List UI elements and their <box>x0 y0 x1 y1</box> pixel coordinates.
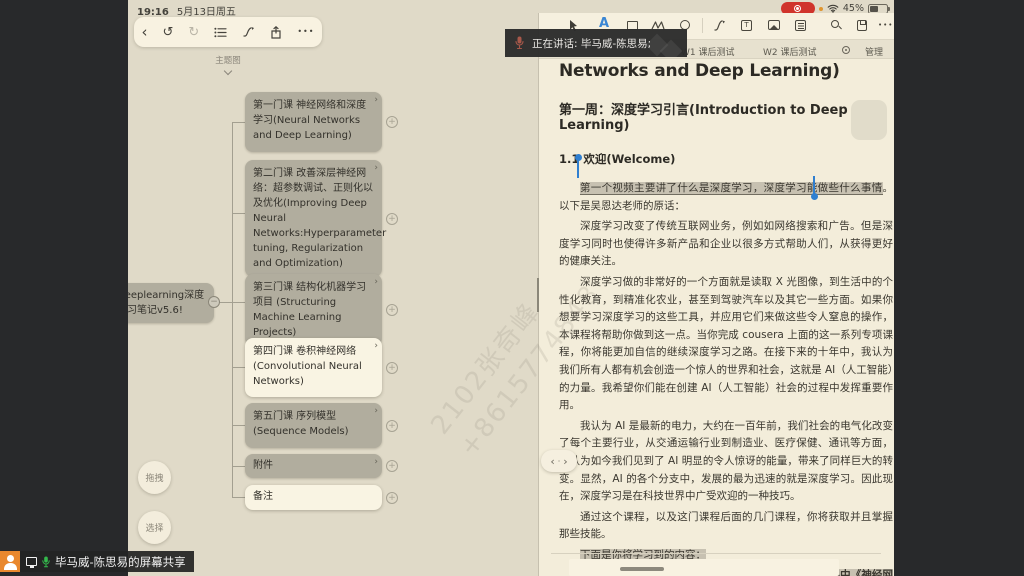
speaking-label: 正在讲话: 毕马威-陈思易; <box>532 36 651 51</box>
selection-handle-start[interactable] <box>577 160 579 178</box>
connector <box>232 213 246 214</box>
back-icon[interactable]: ‹ <box>142 25 148 40</box>
connector <box>232 122 246 123</box>
home-indicator <box>620 567 664 571</box>
wifi-icon <box>827 4 839 13</box>
document-content: Networks and Deep Learning) 第一周：深度学习引言(I… <box>559 57 893 576</box>
record-icon <box>794 5 801 12</box>
week-heading: 第一周：深度学习引言(Introduction to Deep Learning… <box>559 99 893 133</box>
doc-paragraph: 深度学习做的非常好的一个方面就是读取 X 光图像，到生活中的个性化教育，到精准化… <box>559 274 893 415</box>
canvas-toolbar: ‹ ↺ ↻ ••• <box>134 17 322 47</box>
speaking-notification-banner: 正在讲话: 毕马威-陈思易; <box>505 29 687 57</box>
select-mode-button[interactable]: 选择 <box>138 511 171 544</box>
undo-icon[interactable]: ↺ <box>163 26 174 39</box>
page-nav-widget[interactable]: ‹ · › <box>541 450 577 472</box>
status-bar-left: 19:165月13日周五 <box>137 3 236 18</box>
pager-dot: · <box>558 457 561 466</box>
ipad-screen: 19:165月13日周五 45% ‹ ↺ ↻ ••• 主题图 <box>128 0 894 576</box>
next-page-icon[interactable]: › <box>563 455 567 468</box>
connector <box>232 497 246 498</box>
add-child-icon[interactable]: + <box>386 460 398 472</box>
screen-share-bar: 毕马威-陈思易的屏幕共享 <box>0 551 194 572</box>
outline-list-icon[interactable] <box>214 27 227 38</box>
page-divider <box>551 553 881 554</box>
mindmap-node-attachments[interactable]: 附件 › + <box>245 454 382 478</box>
mindmap-node-course4-selected[interactable]: 第四门课 卷积神经网络 (Convolutional Neural Networ… <box>245 338 382 397</box>
expand-chevron-icon[interactable]: › <box>374 339 378 354</box>
mindmap-trunk-line <box>232 122 233 498</box>
battery-icon <box>868 4 888 14</box>
expand-chevron-icon[interactable]: › <box>374 455 378 470</box>
speaker-mic-icon <box>515 36 524 50</box>
mindmap-node-course1[interactable]: 第一门课 神经网络和深度学习(Neural Networks and Deep … <box>245 92 382 152</box>
doc-paragraph: 通过这个课程，以及这门课程后面的几门课程，你将获取并且掌握那些技能。 <box>559 509 893 544</box>
share-icon[interactable] <box>270 26 282 39</box>
expand-chevron-icon[interactable]: › <box>374 93 378 108</box>
search-icon[interactable] <box>831 20 839 28</box>
expand-chevron-icon[interactable]: › <box>374 404 378 419</box>
mindmap-node-course5[interactable]: 第五门课 序列模型(Sequence Models) › + <box>245 403 382 448</box>
toolbar-divider <box>702 18 703 33</box>
mindmap-node-course3[interactable]: 第三门课 结构化机器学习项目 (Structuring Machine Lear… <box>245 274 382 346</box>
connector <box>232 302 246 303</box>
section-heading: 1.1 欢迎(Welcome) <box>559 151 893 167</box>
expand-chevron-icon[interactable]: › <box>374 275 378 290</box>
selected-highlight-text[interactable]: 第一个视频主要讲了什么是深度学习，深度学习能做些什么事情 <box>580 182 883 195</box>
next-highlight-block <box>569 559 839 576</box>
collapse-icon[interactable]: − <box>208 296 220 308</box>
add-child-icon[interactable]: + <box>386 304 398 316</box>
faded-scroll-indicator <box>851 100 887 140</box>
expand-chevron-icon[interactable]: › <box>374 161 378 176</box>
document-panel: A T ••• W1 课后测试 W2 课后测试 管理 Netwo <box>538 13 894 576</box>
mindmap-root-node[interactable]: Deeplearning深度学习笔记v5.6! <box>128 283 214 323</box>
more-icon[interactable]: ••• <box>878 22 893 29</box>
view-mode-label[interactable]: 主题图 <box>198 54 258 74</box>
mindmap-node-notes[interactable]: 备注 + <box>245 485 382 510</box>
text-box-tool-icon[interactable]: T <box>741 20 752 31</box>
bookmark-save-icon[interactable] <box>857 20 867 31</box>
mic-in-use-icon <box>819 7 823 11</box>
connector <box>232 466 246 467</box>
lasso-curve-icon[interactable] <box>242 26 255 38</box>
connector <box>232 367 246 368</box>
presenter-avatar-icon[interactable] <box>0 551 20 572</box>
mindmap-node-course2[interactable]: 第二门课 改善深层神经网络：超参数调试、正则化以及优化(Improving De… <box>245 160 382 277</box>
chevron-down-icon <box>224 67 232 75</box>
gear-icon[interactable] <box>842 46 850 54</box>
prev-page-icon[interactable]: ‹ <box>550 455 554 468</box>
outline-panel-icon[interactable] <box>795 20 806 31</box>
add-child-icon[interactable]: + <box>386 213 398 225</box>
remote-desktop-background: 19:165月13日周五 45% ‹ ↺ ↻ ••• 主题图 <box>0 0 1024 576</box>
doc-paragraph: 我认为 AI 是最新的电力，大约在一百年前，我们社会的电气化改变了每个主要行业，… <box>559 418 893 506</box>
share-info: 毕马威-陈思易的屏幕共享 <box>20 551 194 572</box>
more-icon[interactable]: ••• <box>297 28 314 36</box>
doc-title: Networks and Deep Learning) <box>559 61 893 81</box>
selection-handle-end[interactable] <box>813 176 815 194</box>
monitor-icon <box>26 557 37 566</box>
redo-icon: ↻ <box>188 26 199 39</box>
squiggle-tool-icon[interactable] <box>713 19 726 32</box>
scrollbar-thumb[interactable] <box>537 278 539 312</box>
doc-paragraph: 第一个视频主要讲了什么是深度学习，深度学习能做些什么事情。以下是吴恩达老师的原话… <box>559 180 893 215</box>
drag-mode-button[interactable]: 拖拽 <box>138 461 171 494</box>
share-source-label: 毕马威-陈思易的屏幕共享 <box>55 554 186 570</box>
doc-paragraph: 深度学习改变了传统互联网业务，例如如网络搜索和广告。但是深度学习同时也使得许多新… <box>559 218 893 271</box>
connector <box>232 425 246 426</box>
add-child-icon[interactable]: + <box>386 492 398 504</box>
add-child-icon[interactable]: + <box>386 116 398 128</box>
add-child-icon[interactable]: + <box>386 362 398 374</box>
image-tool-icon[interactable] <box>768 20 780 30</box>
add-child-icon[interactable]: + <box>386 420 398 432</box>
mic-on-icon <box>42 556 50 568</box>
